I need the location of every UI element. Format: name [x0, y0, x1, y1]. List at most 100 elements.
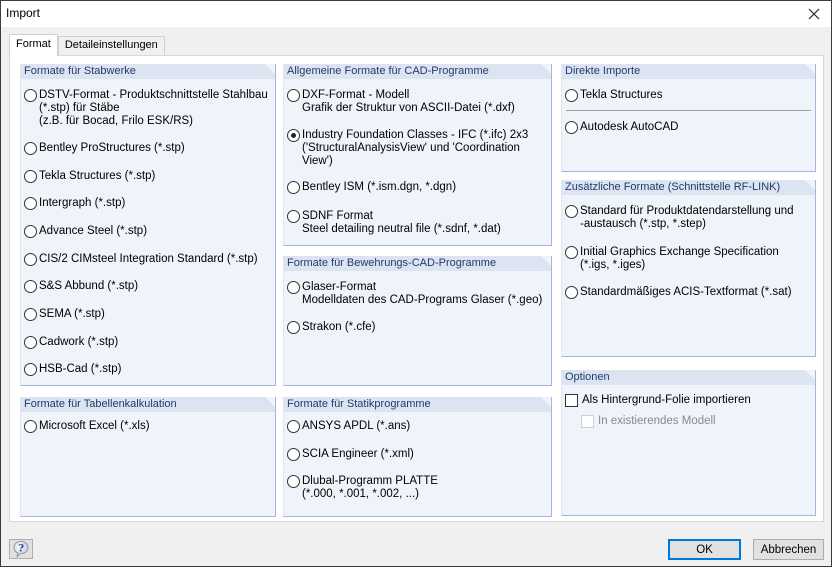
close-button[interactable] [803, 4, 825, 24]
radio-button[interactable] [24, 89, 37, 102]
radio-option-excel[interactable]: Microsoft Excel (*.xls) [24, 420, 150, 433]
option-label: ANSYS APDL (*.ans) [302, 420, 411, 432]
radio-option-ss-abbund[interactable]: S&S Abbund (*.stp) [24, 280, 138, 293]
radio-option-scia[interactable]: SCIA Engineer (*.xml) [287, 448, 414, 461]
checkbox-label: Als Hintergrund-Folie importieren [582, 394, 751, 406]
option-label: Bentley ISM (*.ism.dgn, *.dgn) [302, 181, 457, 193]
option-label: Dlubal-Programm PLATTE [302, 475, 438, 487]
radio-button[interactable] [565, 246, 578, 259]
radio-button[interactable] [287, 181, 300, 194]
radio-button[interactable] [24, 142, 37, 155]
cancel-button[interactable]: Abbrechen [753, 539, 824, 560]
option-label: Cadwork (*.stp) [39, 336, 119, 348]
checkbox-label: In existierendes Modell [598, 415, 716, 427]
radio-option-cis2[interactable]: CIS/2 CIMsteel Integration Standard (*.s… [24, 253, 258, 266]
radio-option-bentley-prostructures[interactable]: Bentley ProStructures (*.stp) [24, 142, 185, 155]
option-label: Bentley ProStructures (*.stp) [39, 142, 185, 154]
radio-option-bentley-ism[interactable]: Bentley ISM (*.ism.dgn, *.dgn) [287, 181, 456, 194]
option-label: Glaser-Format [302, 281, 377, 293]
radio-option-intergraph[interactable]: Intergraph (*.stp) [24, 197, 125, 210]
radio-button[interactable] [24, 280, 37, 293]
window-title: Import [6, 6, 41, 20]
group-header: Formate für Bewehrungs-CAD-Programme [284, 256, 551, 271]
radio-option-ansys[interactable]: ANSYS APDL (*.ans) [287, 420, 410, 433]
radio-button[interactable] [287, 321, 300, 334]
group-cad-programme: Allgemeine Formate für CAD-Programme DXF… [283, 64, 552, 246]
option-label: DXF-Format - Modell [302, 89, 410, 101]
ok-button[interactable]: OK [668, 539, 741, 560]
radio-button[interactable] [287, 448, 300, 461]
group-header: Formate für Stabwerke [21, 64, 275, 79]
radio-button[interactable] [24, 253, 37, 266]
radio-option-cadwork[interactable]: Cadwork (*.stp) [24, 336, 118, 349]
group-optionen: Optionen Als Hintergrund-Folie importier… [561, 370, 816, 516]
checkbox-hintergrund-folie[interactable]: Als Hintergrund-Folie importieren [565, 394, 751, 407]
radio-button[interactable] [287, 281, 300, 294]
radio-button[interactable] [565, 121, 578, 134]
option-label: Standardmäßiges ACIS-Textformat (*.sat) [580, 286, 792, 298]
option-label: Grafik der Struktur von ASCII-Datei (*.d… [302, 102, 515, 114]
radio-button[interactable] [565, 89, 578, 102]
group-rf-link: Zusätzliche Formate (Schnittstelle RF-LI… [561, 180, 816, 357]
group-stabwerke: Formate für Stabwerke DSTV-Format - Prod… [20, 64, 276, 386]
radio-option-dxf[interactable]: DXF-Format - Modell Grafik der Struktur v… [287, 89, 515, 115]
help-button[interactable]: ? [9, 539, 33, 559]
checkbox-existierendes-modell: In existierendes Modell [581, 415, 716, 428]
radio-button[interactable] [24, 308, 37, 321]
radio-option-tekla-stp[interactable]: Tekla Structures (*.stp) [24, 170, 155, 183]
radio-option-platte[interactable]: Dlubal-Programm PLATTE (*.000, *.001, *.0… [287, 475, 438, 501]
option-label: Microsoft Excel (*.xls) [39, 420, 150, 432]
radio-button[interactable] [287, 420, 300, 433]
radio-button[interactable] [24, 363, 37, 376]
radio-button[interactable] [24, 420, 37, 433]
radio-option-glaser[interactable]: Glaser-Format Modelldaten des CAD-Program… [287, 281, 542, 307]
option-label: SEMA (*.stp) [39, 308, 105, 320]
option-label: CIS/2 CIMsteel Integration Standard (*.s… [39, 253, 258, 265]
option-label: (*.000, *.001, *.002, ...) [302, 488, 419, 500]
radio-button[interactable] [565, 286, 578, 299]
option-label: Tekla Structures [580, 89, 663, 101]
import-dialog: Import Format Detaileinstellungen Format… [0, 0, 832, 567]
option-label: Strakon (*.cfe) [302, 321, 376, 333]
radio-option-tekla-direct[interactable]: Tekla Structures [565, 89, 662, 102]
radio-button[interactable] [287, 89, 300, 102]
radio-option-hsb-cad[interactable]: HSB-Cad (*.stp) [24, 363, 121, 376]
option-label: (*.igs, *.iges) [580, 259, 646, 271]
radio-option-acis[interactable]: Standardmäßiges ACIS-Textformat (*.sat) [565, 286, 792, 299]
tab-format[interactable]: Format [9, 34, 58, 56]
option-label: Steel detailing neutral file (*.sdnf, *.… [302, 223, 501, 235]
tab-detaileinstellungen[interactable]: Detaileinstellungen [57, 36, 165, 56]
radio-option-dstv[interactable]: DSTV-Format - Produktschnittstelle Stahl… [24, 89, 268, 128]
group-statikprogramme: Formate für Statikprogramme ANSYS APDL (… [283, 397, 552, 517]
radio-button-selected[interactable] [287, 129, 300, 142]
title-bar: Import [1, 1, 831, 27]
group-bewehrungs-cad: Formate für Bewehrungs-CAD-Programme Gla… [283, 256, 552, 386]
svg-text:?: ? [18, 544, 24, 555]
radio-option-sema[interactable]: SEMA (*.stp) [24, 308, 105, 321]
group-header: Direkte Importe [562, 64, 815, 79]
radio-option-advance-steel[interactable]: Advance Steel (*.stp) [24, 225, 147, 238]
radio-button[interactable] [287, 210, 300, 223]
radio-button[interactable] [287, 475, 300, 488]
option-label: SCIA Engineer (*.xml) [302, 448, 414, 460]
radio-button[interactable] [24, 170, 37, 183]
group-direkte-importe: Direkte Importe Tekla Structures Autodes… [561, 64, 816, 172]
option-label: Tekla Structures (*.stp) [39, 170, 156, 182]
radio-option-ifc[interactable]: Industry Foundation Classes - IFC (*.ifc… [287, 129, 551, 168]
group-tabellenkalkulation: Formate für Tabellenkalkulation Microsof… [20, 397, 276, 517]
radio-button[interactable] [24, 225, 37, 238]
group-header: Allgemeine Formate für CAD-Programme [284, 64, 551, 79]
radio-option-step[interactable]: Standard für Produktdatendarstellung und… [565, 205, 794, 231]
radio-option-strakon[interactable]: Strakon (*.cfe) [287, 321, 376, 334]
radio-button[interactable] [24, 336, 37, 349]
option-label: Advance Steel (*.stp) [39, 225, 148, 237]
help-icon: ? [13, 541, 29, 558]
radio-option-sdnf[interactable]: SDNF Format Steel detailing neutral file … [287, 210, 501, 236]
group-header: Zusätzliche Formate (Schnittstelle RF-LI… [562, 180, 815, 195]
option-label: HSB-Cad (*.stp) [39, 363, 122, 375]
radio-button[interactable] [24, 197, 37, 210]
radio-option-autocad[interactable]: Autodesk AutoCAD [565, 121, 678, 134]
radio-button[interactable] [565, 205, 578, 218]
checkbox[interactable] [565, 394, 578, 407]
radio-option-iges[interactable]: Initial Graphics Exchange Specification(… [565, 246, 779, 272]
